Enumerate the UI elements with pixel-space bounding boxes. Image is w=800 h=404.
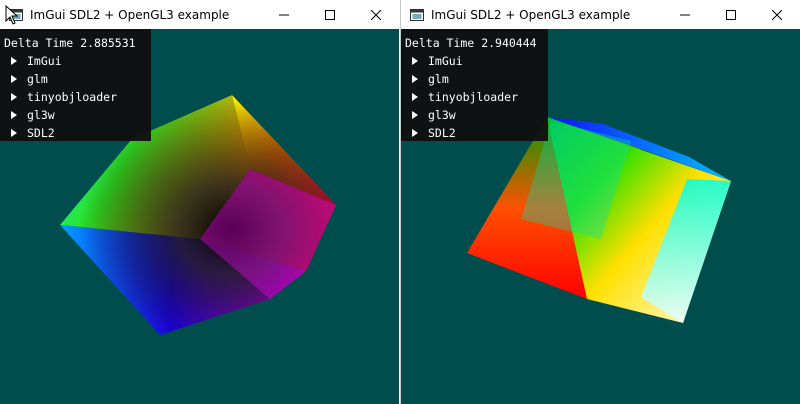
mouse-cursor-icon: [5, 5, 19, 25]
delta-time-text: Delta Time 2.940444: [405, 36, 537, 50]
expand-arrow-icon: [11, 111, 17, 119]
tree-node-gl3w[interactable]: gl3w: [405, 106, 548, 124]
expand-arrow-icon: [11, 57, 17, 65]
expand-arrow-icon: [412, 75, 418, 83]
expand-arrow-icon: [412, 111, 418, 119]
caption-buttons: [662, 0, 800, 29]
tree-node-sdl2[interactable]: SDL2: [405, 124, 548, 142]
app-window-left: ImGui SDL2 + OpenGL3 example Delta Time …: [0, 0, 399, 404]
close-button[interactable]: [754, 0, 800, 29]
maximize-button[interactable]: [708, 0, 754, 29]
expand-arrow-icon: [11, 129, 17, 137]
minimize-button[interactable]: [261, 0, 307, 29]
expand-arrow-icon: [412, 57, 418, 65]
maximize-button[interactable]: [307, 0, 353, 29]
title-bar[interactable]: ImGui SDL2 + OpenGL3 example: [0, 0, 399, 29]
title-bar[interactable]: ImGui SDL2 + OpenGL3 example: [401, 0, 800, 29]
close-button[interactable]: [353, 0, 399, 29]
minimize-icon: [680, 14, 690, 15]
tree-node-glm[interactable]: glm: [405, 70, 548, 88]
expand-arrow-icon: [11, 93, 17, 101]
tree-node-imgui[interactable]: ImGui: [405, 52, 548, 70]
delta-time-text: Delta Time 2.885531: [4, 36, 136, 50]
expand-arrow-icon: [412, 129, 418, 137]
window-title: ImGui SDL2 + OpenGL3 example: [431, 7, 631, 22]
app-icon: [409, 7, 425, 23]
tree-node-tinyobjloader[interactable]: tinyobjloader: [4, 88, 151, 106]
maximize-icon: [726, 9, 736, 20]
window-title: ImGui SDL2 + OpenGL3 example: [30, 7, 230, 22]
close-icon: [772, 9, 782, 20]
minimize-button[interactable]: [662, 0, 708, 29]
close-icon: [371, 9, 381, 20]
tree-node-imgui[interactable]: ImGui: [4, 52, 151, 70]
app-window-right: ImGui SDL2 + OpenGL3 example Delta Time …: [400, 0, 800, 404]
tree-node-tinyobjloader[interactable]: tinyobjloader: [405, 88, 548, 106]
expand-arrow-icon: [412, 93, 418, 101]
tree-node-sdl2[interactable]: SDL2: [4, 124, 151, 142]
tree-node-gl3w[interactable]: gl3w: [4, 106, 151, 124]
imgui-debug-panel: Delta Time 2.940444 ImGui glm tinyobjloa…: [401, 29, 548, 141]
expand-arrow-icon: [11, 75, 17, 83]
maximize-icon: [325, 9, 335, 20]
tree-node-glm[interactable]: glm: [4, 70, 151, 88]
minimize-icon: [279, 14, 289, 15]
caption-buttons: [261, 0, 399, 29]
imgui-debug-panel: Delta Time 2.885531 ImGui glm tinyobjloa…: [0, 29, 151, 141]
